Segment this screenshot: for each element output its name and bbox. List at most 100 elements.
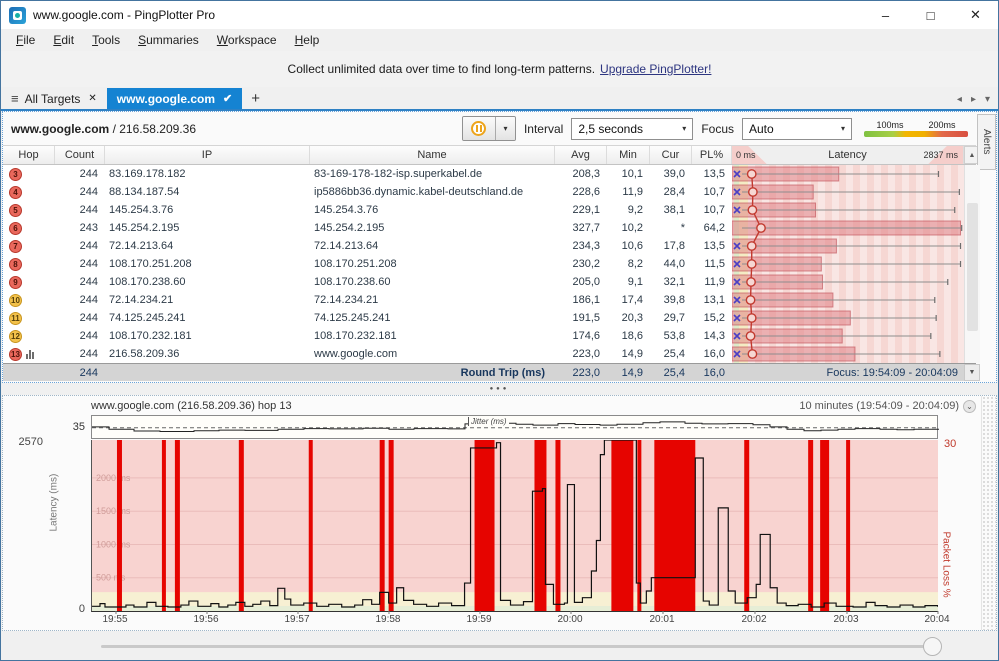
tab-all-targets[interactable]: ≡ All Targets ✕ (1, 88, 107, 109)
col-latency[interactable]: 0 ms Latency 2837 ms (732, 146, 964, 164)
table-scroll-down-button[interactable]: ▼ (964, 364, 980, 381)
tab-active-label: www.google.com (116, 91, 216, 106)
legend-100ms-label: 100ms (876, 120, 904, 130)
table-scrollbar-thumb[interactable] (967, 203, 978, 331)
col-name[interactable]: Name (310, 146, 555, 164)
close-button[interactable]: ✕ (953, 1, 998, 29)
target-host: www.google.com (11, 121, 110, 136)
new-tab-button[interactable]: + (242, 90, 269, 109)
time-tick-label: 20:03 (833, 611, 859, 625)
tab-scroll-left-icon[interactable]: ◂ (957, 94, 962, 105)
hop-number-badge: 4 (9, 185, 22, 199)
time-scroll-area (1, 631, 998, 660)
target-ip: 216.58.209.36 (119, 121, 196, 136)
packet-loss-axis-title: Packet Loss % (940, 531, 952, 598)
time-scroll-track[interactable] (101, 645, 938, 648)
time-range-label: 10 minutes (19:54:09 - 20:04:09) (799, 400, 959, 412)
focus-dropdown-icon: ▾ (840, 124, 845, 133)
hamburger-icon: ≡ (11, 91, 19, 106)
hop-number-badge: 10 (9, 293, 22, 307)
latency-axis-min: 0 (78, 603, 85, 615)
focus-select[interactable]: Auto ▾ (742, 117, 852, 140)
pause-button[interactable] (462, 117, 496, 140)
summary-pl: 16,0 (703, 366, 725, 379)
time-scroll-handle[interactable] (923, 637, 942, 656)
hop-table-header: Hop Count IP Name Avg Min Cur PL% 0 ms L… (3, 145, 980, 165)
pane-splitter-handle[interactable]: ●●● (1, 383, 998, 395)
summary-avg: 223,0 (572, 366, 600, 379)
col-pl[interactable]: PL% (692, 146, 732, 164)
tab-list-icon[interactable]: ▾ (985, 94, 990, 105)
summary-count: 244 (79, 366, 98, 379)
legend-gradient-bar (864, 131, 968, 137)
summary-label: Round Trip (ms) (460, 366, 545, 379)
time-tick-label: 19:59 (466, 611, 492, 625)
time-range-selector[interactable]: 10 minutes (19:54:09 - 20:04:09) ⌄ (799, 399, 976, 413)
pause-dropdown-button[interactable]: ▾ (495, 117, 515, 140)
hop-number-badge: 12 (9, 329, 22, 343)
hop-number-badge: 6 (9, 221, 22, 235)
jitter-plot (92, 421, 939, 432)
title-bar: www.google.com - PingPlotter Pro – □ ✕ (1, 1, 998, 29)
latency-axis-max: 2570 (18, 436, 43, 448)
table-scrollbar[interactable] (964, 165, 980, 363)
focus-value: Auto (749, 121, 774, 136)
tab-all-targets-label: All Targets (24, 91, 81, 106)
hop-number-badge: 9 (9, 275, 22, 289)
app-window: www.google.com - PingPlotter Pro – □ ✕ F… (0, 0, 999, 661)
jitter-graph[interactable]: Jitter (ms) (91, 415, 939, 439)
tab-check-icon: ✔ (223, 93, 233, 105)
maximize-button[interactable]: □ (908, 1, 953, 29)
jitter-axis-label: 35 (72, 421, 85, 433)
packet-loss-axis-max: 30 (944, 438, 957, 450)
round-trip-summary-row[interactable]: 244 Round Trip (ms) 223,0 14,9 25,4 16,0… (3, 363, 980, 381)
menu-item-file[interactable]: File (7, 31, 44, 49)
banner-text: Collect unlimited data over time to find… (287, 62, 596, 76)
col-min[interactable]: Min (607, 146, 650, 164)
interval-value: 2,5 seconds (578, 121, 644, 136)
hop-number-badge: 8 (9, 257, 22, 271)
minimize-button[interactable]: – (863, 1, 908, 29)
col-ip[interactable]: IP (105, 146, 310, 164)
menu-item-summaries[interactable]: Summaries (129, 31, 208, 49)
time-tick-label: 19:58 (375, 611, 401, 625)
time-tick-label: 20:01 (649, 611, 675, 625)
latency-color-legend: 100ms 200ms (864, 120, 968, 137)
interval-select[interactable]: 2,5 seconds ▾ (571, 117, 694, 140)
menu-item-workspace[interactable]: Workspace (208, 31, 286, 49)
hop-number-badge: 11 (9, 311, 22, 325)
menu-item-help[interactable]: Help (286, 31, 329, 49)
upgrade-banner: Collect unlimited data over time to find… (1, 51, 998, 87)
pause-split-button[interactable]: ▾ (461, 116, 516, 141)
interval-label: Interval (523, 121, 564, 136)
window-title: www.google.com - PingPlotter Pro (33, 8, 216, 22)
col-avg[interactable]: Avg (555, 146, 607, 164)
time-tick-label: 19:57 (284, 611, 310, 625)
target-title: www.google.com / 216.58.209.36 (11, 121, 196, 136)
tab-bar: ≡ All Targets ✕ www.google.com ✔ + ◂ ▸ ▾ (1, 87, 998, 111)
col-cur[interactable]: Cur (650, 146, 692, 164)
upgrade-link[interactable]: Upgrade PingPlotter! (600, 62, 711, 76)
app-logo-icon (9, 6, 26, 24)
time-tick-label: 19:56 (193, 611, 219, 625)
latency-axis-title: Latency (ms) (48, 473, 60, 532)
alerts-side-tab[interactable]: Alerts (977, 114, 996, 170)
tab-www-google-com[interactable]: www.google.com ✔ (106, 88, 243, 109)
hop-latency-minichart (732, 165, 964, 363)
hop-number-badge: 3 (9, 167, 22, 181)
menu-item-tools[interactable]: Tools (83, 31, 129, 49)
col-count[interactable]: Count (55, 146, 105, 164)
timeline-pane: www.google.com (216.58.209.36) hop 13 10… (2, 395, 997, 631)
menu-bar: File Edit Tools Summaries Workspace Help (1, 29, 998, 51)
history-chart-icon (26, 349, 34, 359)
target-toolbar: www.google.com / 216.58.209.36 ▾ Interva… (3, 112, 976, 145)
svg-text:1500 ms: 1500 ms (96, 506, 131, 516)
timeline-plot: 2000 ms1500 ms1000 ms500 ms (92, 440, 938, 611)
col-hop[interactable]: Hop (3, 146, 55, 164)
tab-scroll-right-icon[interactable]: ▸ (971, 94, 976, 105)
tab-close-icon[interactable]: ✕ (88, 93, 96, 104)
focus-range-text: Focus: 19:54:09 - 20:04:09 (826, 366, 958, 379)
jitter-series-label: Jitter (ms) (468, 417, 509, 426)
latency-time-graph[interactable]: 2000 ms 1500 ms 1000 ms 500 ms (91, 440, 938, 612)
menu-item-edit[interactable]: Edit (44, 31, 83, 49)
